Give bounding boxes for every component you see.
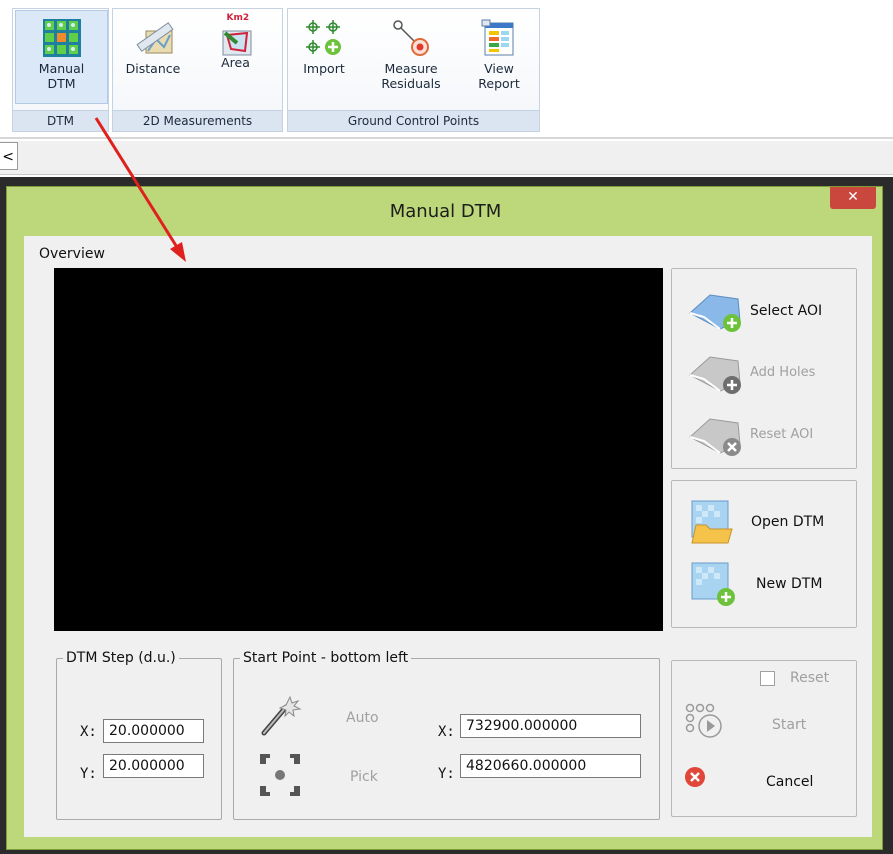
annotation-arrow <box>94 117 186 262</box>
